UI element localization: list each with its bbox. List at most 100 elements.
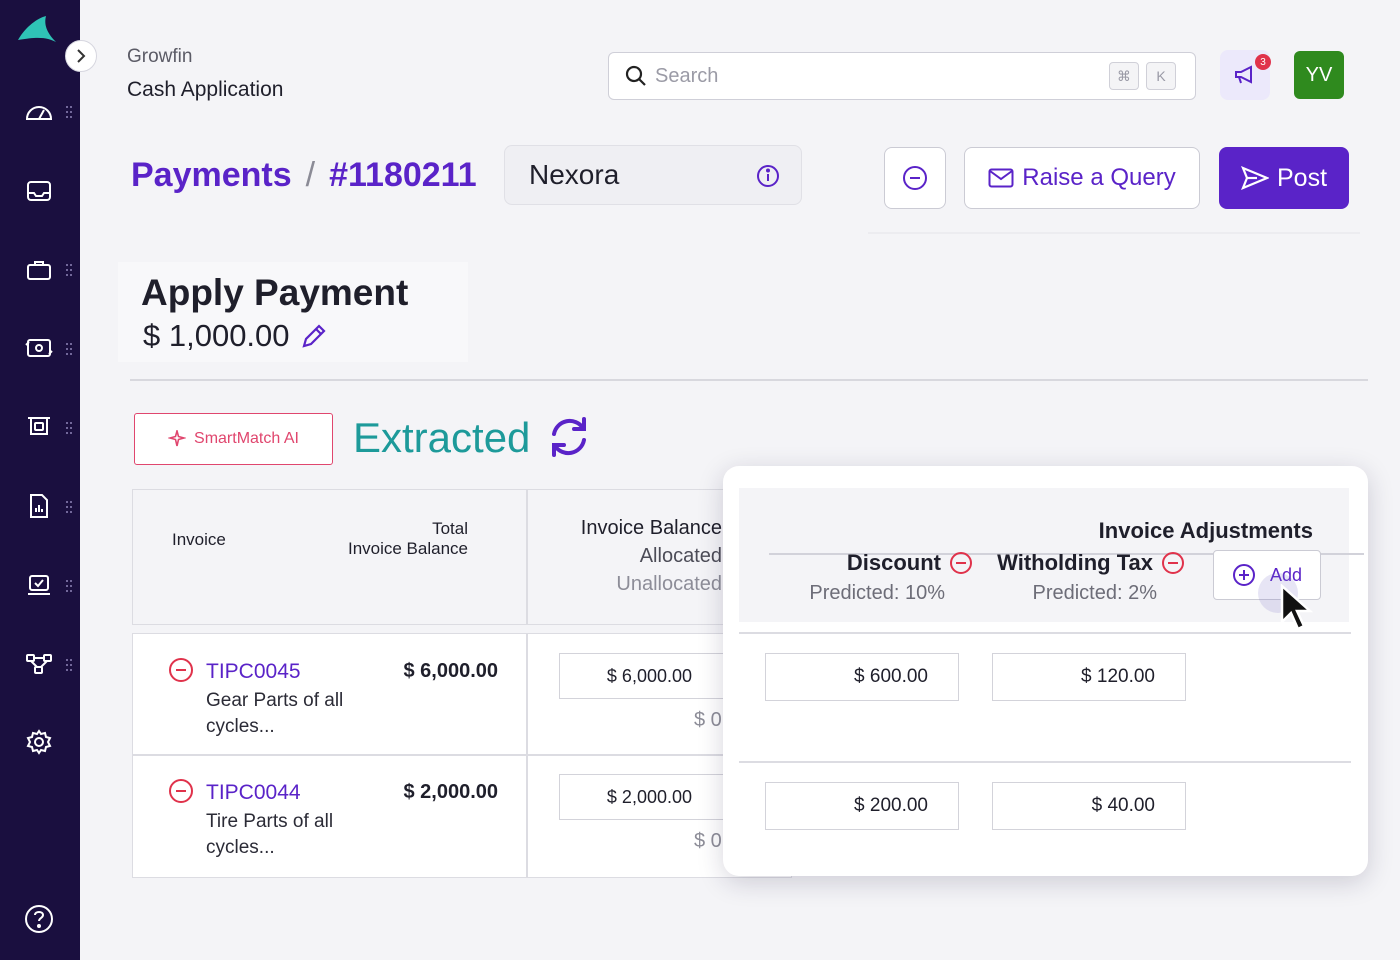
shortcut-mod-key: ⌘ <box>1109 62 1139 90</box>
row-divider <box>739 632 1351 634</box>
mouse-pointer-icon <box>1280 584 1314 631</box>
column-header-total-line1: Total <box>432 519 468 538</box>
breadcrumb-payments-link[interactable]: Payments <box>131 156 292 195</box>
apply-payment-amount-row: $ 1,000.00 <box>143 318 328 354</box>
drag-handle-icon <box>66 580 74 596</box>
raise-query-button[interactable]: Raise a Query <box>964 147 1200 209</box>
column-divider <box>526 633 528 878</box>
sidebar-item-cash-application[interactable] <box>22 331 56 365</box>
payment-terminal-icon <box>28 417 50 435</box>
discount-column-header: Discount Predicted: 10% <box>783 550 973 605</box>
remove-invoice-icon[interactable] <box>168 778 194 804</box>
minus-circle-icon <box>903 166 927 190</box>
withholding-tax-column-header: Witholding Tax Predicted: 2% <box>985 550 1185 605</box>
mail-icon <box>988 168 1014 188</box>
search-bar[interactable]: ⌘ K <box>608 52 1196 100</box>
inbox-icon <box>27 181 51 201</box>
breadcrumb-separator: / <box>305 156 316 194</box>
info-icon[interactable] <box>755 163 781 189</box>
app-name: Cash Application <box>127 78 284 101</box>
report-icon <box>30 494 48 518</box>
sidebar-item-approvals[interactable] <box>22 568 56 602</box>
post-label: Post <box>1276 163 1328 192</box>
search-input[interactable] <box>655 64 1075 88</box>
sidebar <box>0 0 80 960</box>
withholding-tax-label: Witholding Tax <box>997 550 1153 575</box>
refresh-icon[interactable] <box>546 414 592 460</box>
chevron-right-icon <box>77 49 86 63</box>
toolbar-divider <box>868 232 1360 234</box>
customer-name-box: Nexora <box>504 145 802 205</box>
invoice-id-link[interactable]: TIPC0044 <box>206 781 301 805</box>
discount-prediction: Predicted: 10% <box>809 582 945 604</box>
customer-name: Nexora <box>529 159 620 190</box>
gauge-icon <box>25 106 53 120</box>
workflow-icon <box>26 654 52 674</box>
column-header-balance-line2: Allocated <box>639 545 722 567</box>
section-divider <box>130 379 1368 381</box>
shortcut-key: K <box>1146 62 1176 90</box>
briefcase-icon <box>27 261 51 280</box>
invoice-total: $ 2,000.00 <box>403 781 498 803</box>
column-header-invoice: Invoice <box>172 530 226 549</box>
invoice-adjustments-panel: Invoice Adjustments Discount Predicted: … <box>723 466 1368 876</box>
drag-handle-icon <box>66 343 74 359</box>
main-content: Growfin Cash Application ⌘ K 3 YV Paymen… <box>80 0 1400 960</box>
sidebar-item-portfolio[interactable] <box>22 253 56 287</box>
row-divider <box>132 754 792 756</box>
allocated-amount-input[interactable]: $ 6,000.00 <box>559 653 729 699</box>
sidebar-item-payments[interactable] <box>22 410 56 444</box>
plus-circle-icon <box>1232 564 1255 586</box>
payment-amount: $ 1,000.00 <box>143 318 290 353</box>
send-icon <box>1240 166 1269 190</box>
remove-invoice-icon[interactable] <box>168 657 194 683</box>
invoice-id-link[interactable]: TIPC0045 <box>206 660 301 684</box>
invoice-total: $ 6,000.00 <box>403 660 498 682</box>
drag-handle-icon <box>66 422 74 438</box>
collapse-action-button[interactable] <box>884 147 946 209</box>
sidebar-collapse-button[interactable] <box>65 40 97 72</box>
sidebar-item-workflows[interactable] <box>22 647 56 681</box>
withholding-tax-amount-input[interactable]: $ 120.00 <box>992 653 1186 701</box>
drag-handle-icon <box>66 264 74 280</box>
smartmatch-ai-button[interactable]: SmartMatch AI <box>134 413 333 465</box>
announcements-button[interactable]: 3 <box>1220 50 1271 100</box>
help-icon[interactable] <box>22 902 56 936</box>
sidebar-item-settings[interactable] <box>22 725 56 759</box>
column-header-invoice-balance: Invoice Balance Allocated Unallocated <box>550 514 722 598</box>
allocated-amount-input[interactable]: $ 2,000.00 <box>559 774 729 820</box>
gear-icon <box>26 729 52 755</box>
org-name: Growfin <box>127 46 193 67</box>
search-icon <box>625 65 646 86</box>
column-header-total-line2: Invoice Balance <box>347 539 468 558</box>
column-divider <box>526 489 528 625</box>
payment-id: #1180211 <box>329 156 477 194</box>
avatar[interactable]: YV <box>1294 51 1344 99</box>
apply-payment-title: Apply Payment <box>141 272 409 313</box>
withholding-tax-prediction: Predicted: 2% <box>1032 582 1157 604</box>
pencil-icon[interactable] <box>300 322 328 350</box>
breadcrumb: Payments / #1180211 <box>131 156 477 195</box>
drag-handle-icon <box>66 106 74 122</box>
adjustments-title: Invoice Adjustments <box>1098 518 1313 543</box>
discount-label: Discount <box>846 550 941 575</box>
smartmatch-label: SmartMatch AI <box>194 430 299 447</box>
column-header-total: Total Invoice Balance <box>310 519 468 559</box>
discount-amount-input[interactable]: $ 600.00 <box>765 653 959 701</box>
unallocated-amount: $ 0 <box>694 709 722 731</box>
sidebar-item-inbox[interactable] <box>22 174 56 208</box>
sidebar-item-reports[interactable] <box>22 489 56 523</box>
remove-discount-icon[interactable] <box>949 551 973 575</box>
extraction-status: Extracted <box>353 414 531 461</box>
approval-icon <box>28 575 50 595</box>
discount-amount-input[interactable]: $ 200.00 <box>765 782 959 830</box>
column-header-balance-line3: Unallocated <box>616 573 722 595</box>
invoice-description: Tire Parts of all cycles... <box>206 811 334 858</box>
remove-tax-icon[interactable] <box>1161 551 1185 575</box>
drag-handle-icon <box>66 501 74 517</box>
raise-query-label: Raise a Query <box>1022 164 1176 191</box>
post-button[interactable]: Post <box>1219 147 1349 209</box>
sidebar-item-dashboard[interactable] <box>22 94 56 128</box>
withholding-tax-amount-input[interactable]: $ 40.00 <box>992 782 1186 830</box>
row-divider <box>739 761 1351 763</box>
